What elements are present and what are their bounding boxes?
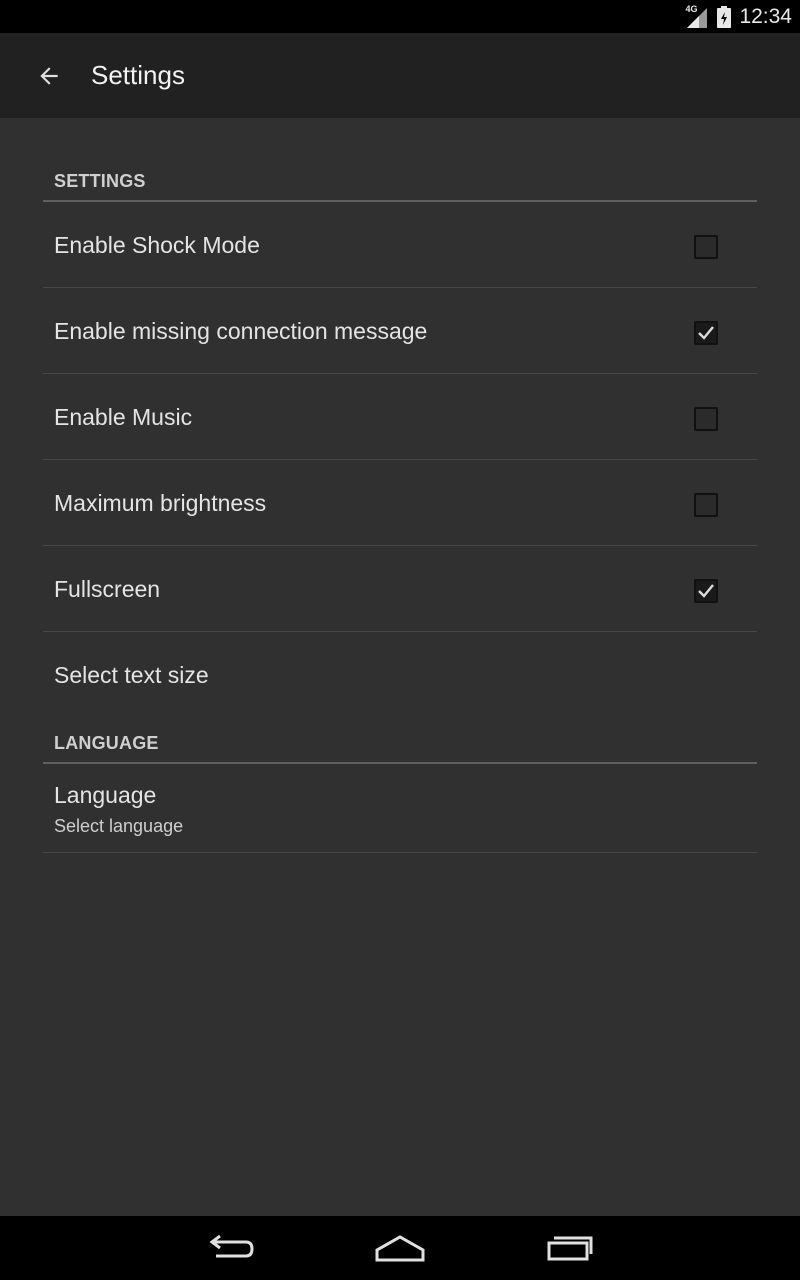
nav-home-button[interactable] bbox=[360, 1228, 440, 1268]
setting-subtitle: Select language bbox=[54, 816, 184, 836]
page-title: Settings bbox=[91, 60, 185, 90]
setting-select-text-size[interactable]: Select text size bbox=[43, 632, 757, 718]
missing-connection-checkbox[interactable] bbox=[694, 321, 718, 345]
fullscreen-checkbox[interactable] bbox=[694, 579, 718, 603]
app-bar: Settings bbox=[0, 33, 800, 118]
settings-list: SETTINGS Enable Shock Mode Enable missin… bbox=[43, 118, 757, 853]
setting-enable-shock-mode[interactable]: Enable Shock Mode bbox=[43, 202, 757, 288]
network-type-label: 4G bbox=[685, 3, 698, 14]
setting-maximum-brightness[interactable]: Maximum brightness bbox=[43, 460, 757, 546]
back-button[interactable] bbox=[26, 53, 72, 99]
check-icon bbox=[698, 326, 714, 340]
section-header-label: LANGUAGE bbox=[54, 733, 159, 753]
nav-recents-icon bbox=[547, 1236, 593, 1261]
section-header-language: LANGUAGE bbox=[43, 718, 757, 764]
setting-language[interactable]: Language Select language bbox=[43, 764, 757, 853]
setting-label: Select text size bbox=[54, 662, 209, 688]
nav-back-icon bbox=[209, 1234, 254, 1258]
status-bar: 4G 12:34 bbox=[0, 0, 800, 33]
arrow-back-icon bbox=[40, 67, 58, 85]
nav-recents-button[interactable] bbox=[530, 1228, 610, 1268]
setting-fullscreen[interactable]: Fullscreen bbox=[43, 546, 757, 632]
nav-home-icon bbox=[375, 1235, 425, 1262]
setting-label: Maximum brightness bbox=[54, 490, 267, 516]
section-header-settings: SETTINGS bbox=[43, 118, 757, 202]
setting-label: Enable missing connection message bbox=[54, 318, 428, 344]
nav-back-button[interactable] bbox=[190, 1228, 270, 1268]
music-checkbox[interactable] bbox=[694, 407, 718, 431]
setting-title: Language bbox=[54, 782, 157, 808]
setting-label: Enable Music bbox=[54, 404, 193, 430]
setting-label: Enable Shock Mode bbox=[54, 232, 260, 258]
section-header-label: SETTINGS bbox=[54, 171, 146, 191]
signal-icon: 4G bbox=[685, 3, 709, 28]
navigation-bar bbox=[0, 1216, 800, 1280]
check-icon bbox=[698, 584, 714, 598]
shock-mode-checkbox[interactable] bbox=[694, 235, 718, 259]
setting-label: Fullscreen bbox=[54, 576, 161, 602]
battery-icon bbox=[717, 5, 732, 28]
setting-enable-missing-connection-message[interactable]: Enable missing connection message bbox=[43, 288, 757, 374]
setting-enable-music[interactable]: Enable Music bbox=[43, 374, 757, 460]
brightness-checkbox[interactable] bbox=[694, 493, 718, 517]
status-time: 12:34 bbox=[739, 4, 792, 28]
